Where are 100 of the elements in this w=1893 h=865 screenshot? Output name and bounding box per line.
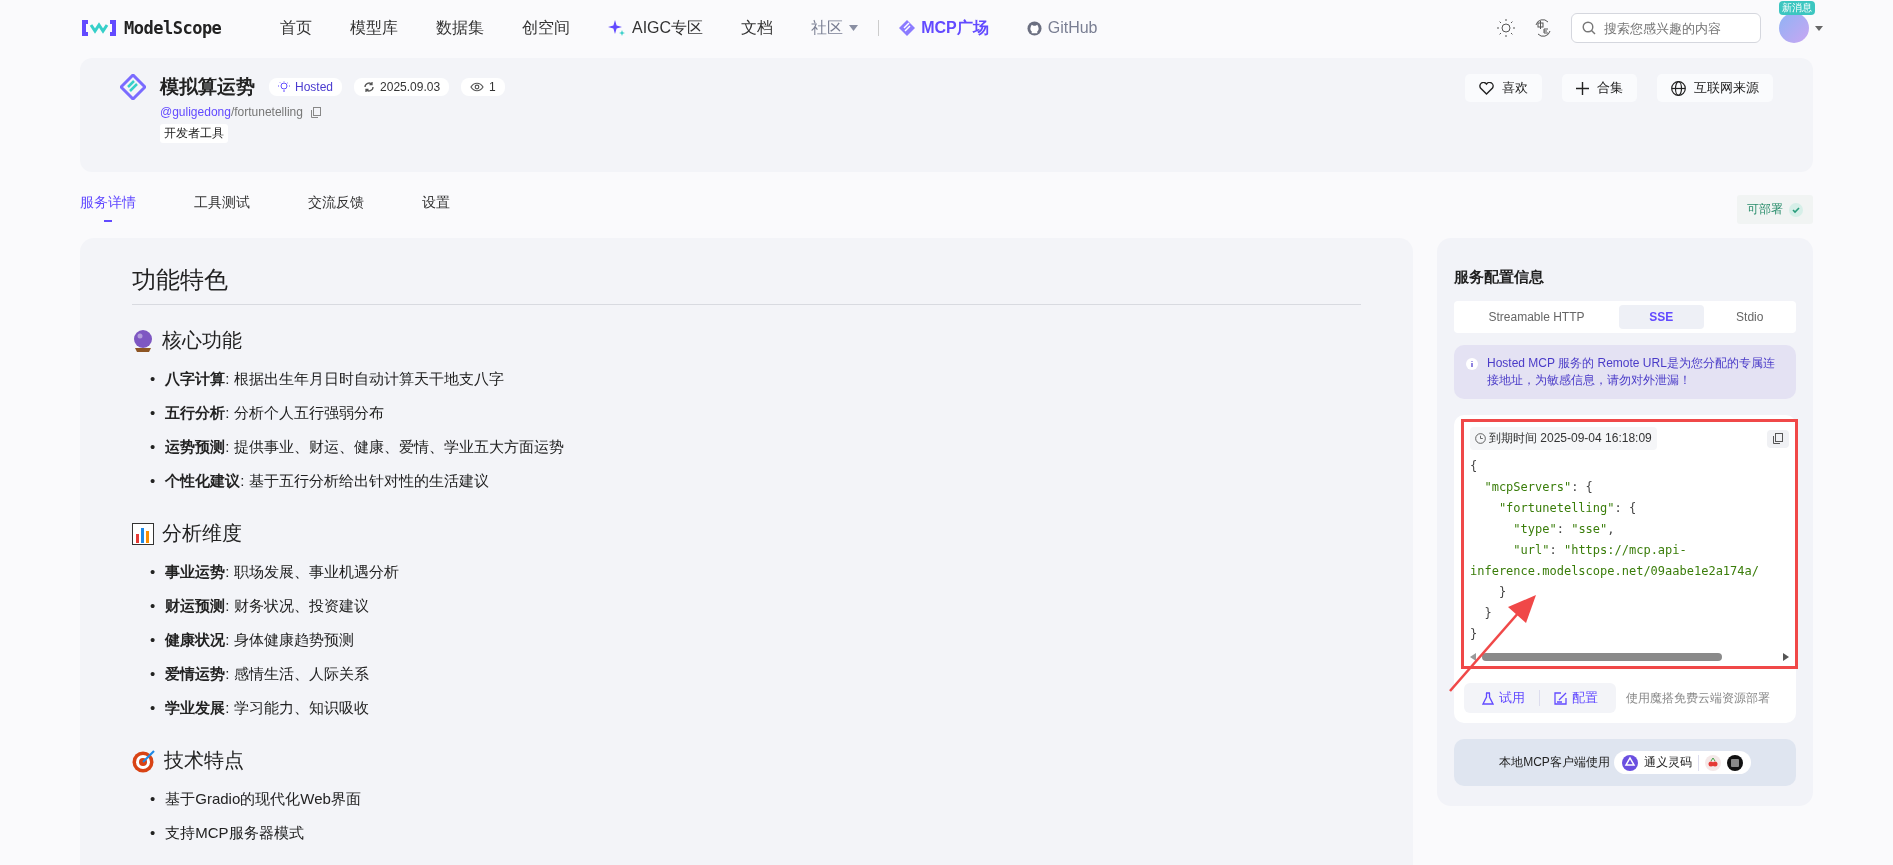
scroll-left-icon[interactable]	[1470, 653, 1476, 661]
caret-icon[interactable]	[1815, 25, 1823, 31]
nav-link[interactable]: 社区	[811, 17, 859, 39]
scroll-right-icon[interactable]	[1783, 653, 1789, 661]
deploy-hint: 使用魔搭免费云端资源部署	[1626, 689, 1770, 707]
readme-heading: 功能特色	[132, 258, 1361, 305]
clock-icon	[1475, 433, 1486, 444]
notification-badge: 新消息	[1779, 1, 1815, 15]
bullet-mark: •	[150, 823, 156, 843]
bullet-mark: •	[150, 789, 156, 809]
bullet-mark: •	[150, 698, 156, 718]
bar-chart-icon	[132, 522, 154, 545]
tab[interactable]: 服务详情	[80, 194, 136, 224]
bullet-mark: •	[150, 630, 156, 650]
feature-item: 学业发展: 学习能力、知识吸收	[165, 698, 369, 718]
tab[interactable]: 工具测试	[194, 194, 250, 224]
transport-tab[interactable]: Streamable HTTP	[1458, 305, 1615, 329]
search-icon	[1582, 21, 1596, 35]
info-chip: Hosted	[269, 78, 343, 96]
bullet-mark: •	[150, 403, 156, 423]
code-line: }	[1470, 626, 1478, 643]
nav-link[interactable]: GitHub	[1026, 19, 1098, 37]
logo-icon	[80, 17, 118, 39]
code-line: "type": "sse",	[1512, 521, 1615, 538]
language-icon[interactable]	[1533, 19, 1553, 37]
mcp-logo-icon	[120, 74, 146, 100]
logo-text: ModelScope	[124, 18, 222, 38]
action-button[interactable]: 互联网来源	[1657, 74, 1773, 102]
tab[interactable]: 设置	[422, 194, 450, 224]
config-action-button[interactable]: 试用	[1468, 689, 1539, 707]
bullet-mark: •	[150, 562, 156, 582]
section-heading: 技术特点	[164, 748, 244, 773]
heart-icon	[1479, 81, 1494, 95]
sun-icon[interactable]	[1497, 19, 1515, 37]
feature-item: 财运预测: 财务状况、投资建议	[165, 596, 369, 616]
repo-name: /fortunetelling	[230, 105, 303, 119]
info-chip: 1	[461, 78, 505, 96]
service-title: 模拟算运势	[160, 75, 255, 99]
feature-item: 爱情运势: 感情生活、人际关系	[165, 664, 369, 684]
code-line: "mcpServers": {	[1483, 479, 1593, 496]
feature-item: 八字计算: 根据出生年月日时自动计算天干地支八字	[165, 369, 504, 389]
code-line: "fortunetelling": {	[1497, 500, 1637, 517]
nav-link[interactable]: 创空间	[522, 17, 570, 39]
flask-icon	[1482, 691, 1494, 705]
action-button[interactable]: 喜欢	[1465, 74, 1542, 102]
transport-tab[interactable]: Stdio	[1707, 305, 1792, 329]
category-tag: 开发者工具	[160, 124, 228, 143]
check-icon	[1789, 202, 1803, 217]
crystal-ball-icon	[132, 328, 154, 353]
code-line: {	[1470, 458, 1478, 475]
refresh-icon	[363, 81, 376, 93]
bullet-mark: •	[150, 369, 156, 389]
edit-icon	[1554, 691, 1567, 705]
bullet-mark: •	[150, 437, 156, 457]
code-line: }	[1483, 605, 1492, 622]
nav-link[interactable]: MCP广场	[899, 17, 989, 39]
bulb-icon	[278, 81, 290, 93]
code-line: inference.modelscope.net/09aabe1e2a174a/	[1470, 563, 1759, 580]
bullet-mark: •	[150, 596, 156, 616]
owner-link[interactable]: @guligedong	[160, 105, 231, 119]
feature-item: 健康状况: 身体健康趋势预测	[165, 630, 354, 650]
globe-icon	[1671, 80, 1686, 96]
nav-link[interactable]: 模型库	[350, 17, 398, 39]
feature-item: 个性化建议: 基于五行分析给出针对性的生活建议	[165, 471, 489, 491]
caret-icon	[849, 25, 859, 31]
eye-icon	[470, 82, 485, 92]
scrollbar[interactable]	[1470, 651, 1789, 663]
expiry-time: 到期时间 2025-09-04 16:18:09	[1470, 427, 1657, 450]
scrollbar-thumb[interactable]	[1482, 653, 1722, 661]
nav-link[interactable]: 文档	[741, 17, 774, 39]
copy-icon	[1773, 433, 1783, 444]
client-logo-icon	[1621, 754, 1638, 771]
nav-link[interactable]: 数据集	[436, 17, 484, 39]
copy-button[interactable]	[1767, 429, 1789, 448]
plus-icon	[1576, 81, 1589, 95]
feature-item: 运势预测: 提供事业、财运、健康、爱情、学业五大方面运势	[165, 437, 564, 457]
github-icon	[1026, 20, 1042, 36]
panel-title: 服务配置信息	[1454, 268, 1545, 287]
nav-link[interactable]: 首页	[280, 17, 312, 39]
feature-item: 支持MCP服务器模式	[165, 823, 304, 843]
diamond-icon	[899, 20, 916, 36]
nav-link[interactable]: AIGC专区	[608, 17, 704, 39]
bullet-mark: •	[150, 664, 156, 684]
target-icon	[132, 748, 156, 773]
feature-item: 五行分析: 分析个人五行强弱分布	[165, 403, 384, 423]
bullet-mark: •	[150, 471, 156, 491]
cube-icon	[1726, 754, 1743, 771]
transport-tab[interactable]: SSE	[1619, 305, 1704, 329]
local-client-label: 本地MCP客户端使用	[1499, 754, 1610, 771]
config-action-button[interactable]: 配置	[1540, 689, 1612, 707]
cherry-icon	[1704, 754, 1721, 771]
copy-icon[interactable]	[310, 106, 321, 118]
search-field[interactable]: 搜索您感兴趣的内容	[1571, 13, 1761, 43]
section-heading: 核心功能	[162, 328, 242, 353]
feature-item: 基于Gradio的现代化Web界面	[165, 789, 361, 809]
action-button[interactable]: 合集	[1562, 74, 1637, 102]
info-icon	[1466, 358, 1478, 370]
sparkle-icon	[608, 19, 626, 37]
tab[interactable]: 交流反馈	[308, 194, 364, 224]
client-name: 通义灵码	[1643, 754, 1692, 771]
